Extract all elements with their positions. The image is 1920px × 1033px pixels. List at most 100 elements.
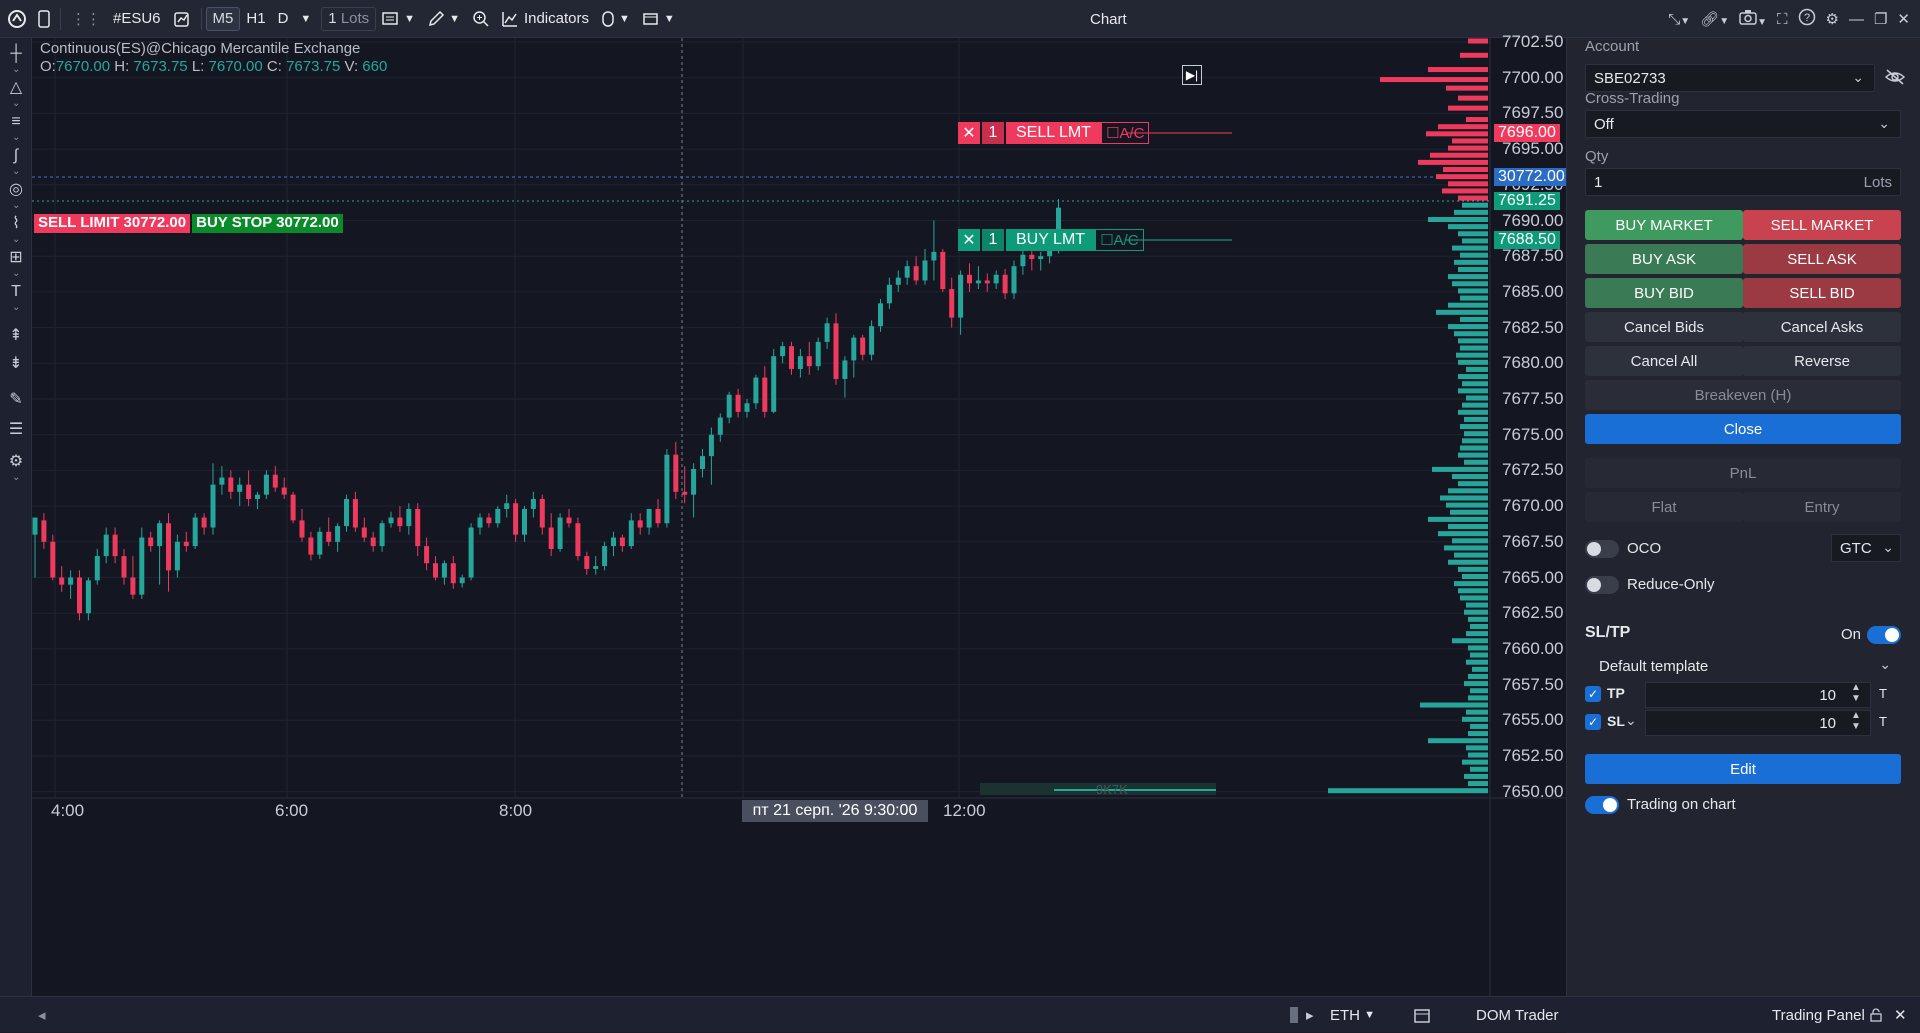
flat-button[interactable]: Flat: [1585, 492, 1743, 522]
sell-limit-order[interactable]: ✕ 1 SELL LMT ☐ A/C: [958, 122, 1150, 144]
auto-close-toggle[interactable]: ☐ A/C: [1101, 122, 1150, 144]
scroll-right-icon[interactable]: ▸: [1306, 997, 1314, 1033]
hide-eye-icon[interactable]: [1884, 68, 1906, 91]
chevron-down-icon[interactable]: ⌄: [12, 133, 20, 143]
chart-canvas[interactable]: [32, 38, 1566, 996]
trading-panel-tab[interactable]: Trading Panel: [1772, 997, 1865, 1033]
sl-type-toggle[interactable]: T: [1879, 714, 1887, 729]
layout-icon[interactable]: ▼: [636, 5, 681, 33]
tp-stepper-icon[interactable]: ▲ ▼: [1851, 682, 1861, 704]
buy-ask-button[interactable]: BUY ASK: [1585, 244, 1743, 274]
sl-input[interactable]: 10: [1645, 710, 1871, 736]
cancel-bids-button[interactable]: Cancel Bids: [1585, 312, 1743, 342]
sort-descending-icon[interactable]: ⇟: [6, 354, 26, 374]
curve-tool-icon[interactable]: ∫: [6, 146, 26, 166]
eraser-icon[interactable]: ✎: [6, 390, 26, 410]
object-tree-icon[interactable]: ☰: [6, 420, 26, 440]
order-qty[interactable]: 1: [982, 229, 1004, 251]
crosshair-icon[interactable]: ┼: [6, 44, 26, 64]
chevron-down-icon[interactable]: ⌄: [12, 235, 20, 245]
timeframe-h1[interactable]: H1: [240, 5, 271, 33]
link-icon[interactable]: 🔗︎▼: [1700, 10, 1729, 28]
text-tool-icon[interactable]: T: [6, 282, 26, 302]
expand-arrows-icon[interactable]: ⤡▼: [1668, 11, 1690, 28]
breakeven-button[interactable]: Breakeven (H): [1585, 380, 1901, 410]
chevron-down-icon[interactable]: ⌄: [12, 65, 20, 75]
camera-icon[interactable]: ▼: [1739, 9, 1767, 29]
scrollbar-thumb[interactable]: [1290, 1007, 1298, 1023]
sort-ascending-icon[interactable]: ⇞: [6, 326, 26, 346]
target-icon[interactable]: ◎: [6, 180, 26, 200]
close-panel-icon[interactable]: ✕: [1894, 997, 1907, 1033]
position-labels[interactable]: SELL LIMIT 30772.00 BUY STOP 30772.00: [34, 214, 343, 233]
buy-bid-button[interactable]: BUY BID: [1585, 278, 1743, 308]
lock-icon[interactable]: [1870, 997, 1882, 1033]
triangle-shape-icon[interactable]: △: [6, 78, 26, 98]
buy-limit-order[interactable]: ✕ 1 BUY LMT ☐ A/C: [958, 229, 1144, 251]
pnl-button[interactable]: PnL: [1585, 458, 1901, 488]
drag-handle-icon[interactable]: ⋮⋮: [65, 5, 107, 33]
fullscreen-icon[interactable]: ⛶: [1777, 11, 1788, 28]
auto-close-toggle[interactable]: ☐ A/C: [1095, 229, 1144, 251]
qty-input[interactable]: 1 Lots: [1585, 168, 1901, 196]
cross-trading-select[interactable]: Off ⌄: [1585, 110, 1901, 138]
sl-checkbox[interactable]: ✓: [1585, 714, 1601, 730]
zoom-icon[interactable]: [466, 5, 496, 33]
cancel-order-icon[interactable]: ✕: [958, 122, 980, 144]
chevron-down-icon[interactable]: ⌄: [12, 201, 20, 211]
help-icon[interactable]: ?: [1798, 8, 1816, 30]
chevron-down-icon[interactable]: ⌄: [12, 269, 20, 279]
qty-input[interactable]: 1 Lots: [321, 6, 377, 31]
tp-type-toggle[interactable]: T: [1879, 686, 1887, 701]
order-type-label[interactable]: BUY LMT: [1006, 229, 1096, 251]
sell-limit-label[interactable]: SELL LIMIT 30772.00: [34, 214, 191, 233]
trading-on-chart-toggle[interactable]: [1585, 796, 1619, 814]
indicators-button[interactable]: Indicators: [496, 5, 595, 33]
template-icon[interactable]: ▼: [595, 5, 636, 33]
restore-icon[interactable]: ❐: [1874, 10, 1887, 28]
oco-toggle[interactable]: [1585, 540, 1619, 558]
app-logo-icon[interactable]: [0, 5, 32, 33]
tp-checkbox[interactable]: ✓: [1585, 686, 1601, 702]
reduce-only-toggle[interactable]: [1585, 576, 1619, 594]
buy-stop-label[interactable]: BUY STOP 30772.00: [192, 214, 343, 233]
order-qty[interactable]: 1: [982, 122, 1004, 144]
cancel-order-icon[interactable]: ✕: [958, 229, 980, 251]
chevron-down-icon[interactable]: ⌄: [12, 303, 20, 313]
chevron-down-icon[interactable]: ⌄: [12, 473, 20, 483]
edit-button[interactable]: Edit: [1585, 754, 1901, 784]
close-icon[interactable]: ✕: [1897, 10, 1910, 28]
tp-input[interactable]: 10: [1645, 682, 1871, 708]
settings-gear-icon[interactable]: ⚙: [1826, 10, 1839, 28]
calendar-icon[interactable]: [1414, 997, 1430, 1033]
gtc-select[interactable]: GTC ⌄: [1831, 534, 1901, 562]
entry-button[interactable]: Entry: [1743, 492, 1901, 522]
scroll-to-latest-icon[interactable]: ▶|: [1182, 65, 1202, 85]
settings-icon[interactable]: ⚙: [6, 452, 26, 472]
chevron-down-icon[interactable]: ⌄: [12, 167, 20, 177]
buy-market-button[interactable]: BUY MARKET: [1585, 210, 1743, 240]
sl-stepper-icon[interactable]: ▲ ▼: [1851, 710, 1861, 732]
close-position-button[interactable]: Close: [1585, 414, 1901, 444]
chevron-down-icon[interactable]: ▼: [294, 5, 317, 33]
order-type-label[interactable]: SELL LMT: [1006, 122, 1101, 144]
timeframe-m5[interactable]: M5: [205, 6, 241, 31]
reverse-button[interactable]: Reverse: [1743, 346, 1901, 376]
shapes-icon[interactable]: ⊞: [6, 248, 26, 268]
drawing-pen-icon[interactable]: ▼: [421, 5, 466, 33]
sell-ask-button[interactable]: SELL ASK: [1743, 244, 1901, 274]
dom-trader-tab[interactable]: DOM Trader: [1476, 997, 1559, 1033]
timeframe-d[interactable]: D: [272, 5, 295, 33]
text-align-icon[interactable]: ≡: [6, 112, 26, 132]
account-select[interactable]: SBE02733 ⌄: [1585, 64, 1875, 92]
cancel-all-button[interactable]: Cancel All: [1585, 346, 1743, 376]
chart-area[interactable]: Continuous(ES)@Chicago Mercantile Exchan…: [32, 32, 1569, 996]
sell-market-button[interactable]: SELL MARKET: [1743, 210, 1901, 240]
scroll-left-icon[interactable]: ◂: [38, 997, 46, 1033]
chevron-down-icon[interactable]: ⌄: [12, 99, 20, 109]
session-selector[interactable]: ETH ▼: [1330, 997, 1375, 1033]
sltp-toggle[interactable]: [1867, 626, 1901, 644]
minimize-icon[interactable]: —: [1849, 11, 1864, 28]
sltp-template-select[interactable]: Default template ⌄: [1585, 652, 1901, 680]
symbol-selector[interactable]: #ESU6: [107, 5, 167, 33]
